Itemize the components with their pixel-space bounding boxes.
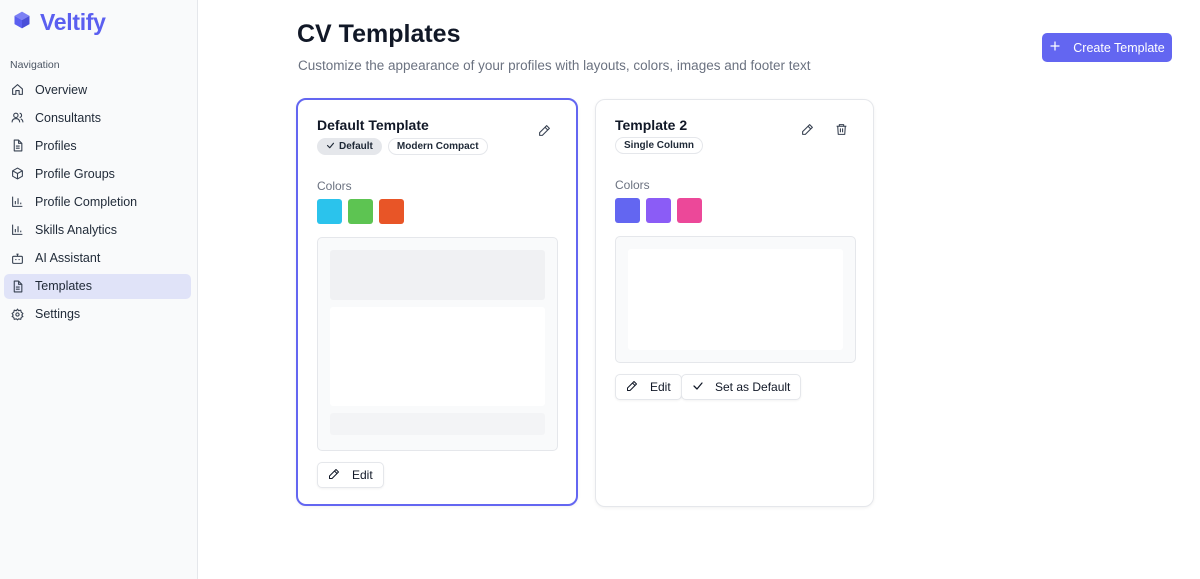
color-swatches (615, 198, 702, 223)
pencil-icon (626, 380, 638, 395)
check-icon (326, 141, 335, 153)
layout-preview (615, 236, 856, 363)
trash-icon (835, 123, 848, 141)
bar-chart-icon (10, 223, 24, 237)
edit-template-icon-button[interactable] (797, 122, 817, 142)
color-swatch-accent (379, 199, 404, 224)
home-icon (10, 83, 24, 97)
colors-label: Colors (317, 179, 352, 193)
color-swatches (317, 199, 404, 224)
colors-label: Colors (615, 178, 650, 192)
color-swatch-primary (317, 199, 342, 224)
sidebar-item-profile-groups[interactable]: Profile Groups (4, 161, 191, 186)
sidebar-item-profiles[interactable]: Profiles (4, 133, 191, 158)
template-name: Template 2 (615, 117, 688, 133)
layout-preview (317, 237, 558, 451)
sidebar-item-consultants[interactable]: Consultants (4, 105, 191, 130)
edit-button[interactable]: Edit (615, 374, 682, 400)
color-swatch-accent (677, 198, 702, 223)
document-icon (10, 139, 24, 153)
brand-name: Veltify (40, 8, 106, 35)
sidebar-item-label: Profile Groups (35, 166, 115, 181)
edit-label: Edit (352, 468, 373, 482)
edit-label: Edit (650, 380, 671, 394)
template-card-2[interactable]: Template 2 Single Column Colors Edit Set… (595, 99, 874, 507)
layout-badge: Modern Compact (387, 138, 488, 155)
preview-footer-block (330, 413, 545, 435)
page-subtitle: Customize the appearance of your profile… (298, 58, 811, 73)
sidebar-item-label: Templates (35, 279, 92, 294)
default-badge-label: Default (339, 141, 373, 152)
sidebar-item-overview[interactable]: Overview (4, 77, 191, 102)
preview-body-block (628, 249, 843, 350)
sidebar-item-templates[interactable]: Templates (4, 273, 191, 299)
color-swatch-secondary (646, 198, 671, 223)
sidebar-nav: Overview Consultants Profiles Profile Gr… (4, 77, 191, 330)
color-swatch-primary (615, 198, 640, 223)
nav-heading: Navigation (10, 59, 60, 71)
sidebar-item-label: Skills Analytics (35, 222, 117, 237)
bot-icon (10, 251, 24, 265)
gear-icon (10, 307, 24, 321)
cube-icon (12, 10, 32, 35)
preview-body-block (330, 307, 545, 406)
sidebar-item-label: AI Assistant (35, 251, 101, 266)
box-icon (10, 167, 24, 181)
sidebar-item-settings[interactable]: Settings (4, 302, 191, 327)
layout-badge: Single Column (615, 137, 703, 154)
sidebar-item-profile-completion[interactable]: Profile Completion (4, 189, 191, 214)
template-badges: Default Modern Compact (317, 138, 488, 155)
bar-chart-icon (10, 195, 24, 209)
delete-template-button[interactable] (831, 122, 851, 142)
pencil-icon (328, 468, 340, 483)
set-as-default-label: Set as Default (715, 380, 791, 394)
sidebar-item-label: Consultants (35, 110, 102, 125)
set-as-default-button[interactable]: Set as Default (681, 374, 802, 400)
create-template-label: Create Template (1073, 40, 1165, 55)
edit-button[interactable]: Edit (317, 462, 384, 488)
sidebar-item-label: Settings (35, 307, 81, 322)
template-card-default[interactable]: Default Template Default Modern Compact … (296, 98, 578, 506)
plus-icon (1049, 40, 1061, 55)
create-template-button[interactable]: Create Template (1042, 33, 1172, 62)
sidebar-item-ai-assistant[interactable]: AI Assistant (4, 246, 191, 271)
color-swatch-secondary (348, 199, 373, 224)
pencil-icon (801, 123, 814, 141)
check-icon (692, 380, 704, 395)
users-icon (10, 111, 24, 125)
template-badges: Single Column (615, 137, 703, 154)
document-icon (10, 279, 24, 293)
preview-header-block (330, 250, 545, 300)
edit-template-icon-button[interactable] (534, 123, 554, 143)
page-title: CV Templates (297, 20, 461, 48)
pencil-icon (538, 124, 551, 142)
template-name: Default Template (317, 117, 429, 133)
sidebar-item-label: Overview (35, 82, 88, 97)
sidebar-item-skills-analytics[interactable]: Skills Analytics (4, 217, 191, 242)
sidebar-item-label: Profile Completion (35, 194, 138, 209)
default-badge: Default (317, 138, 382, 155)
sidebar: Veltify Navigation Overview Consultants … (0, 0, 198, 579)
brand-logo[interactable]: Veltify (12, 8, 106, 36)
sidebar-item-label: Profiles (35, 138, 77, 153)
